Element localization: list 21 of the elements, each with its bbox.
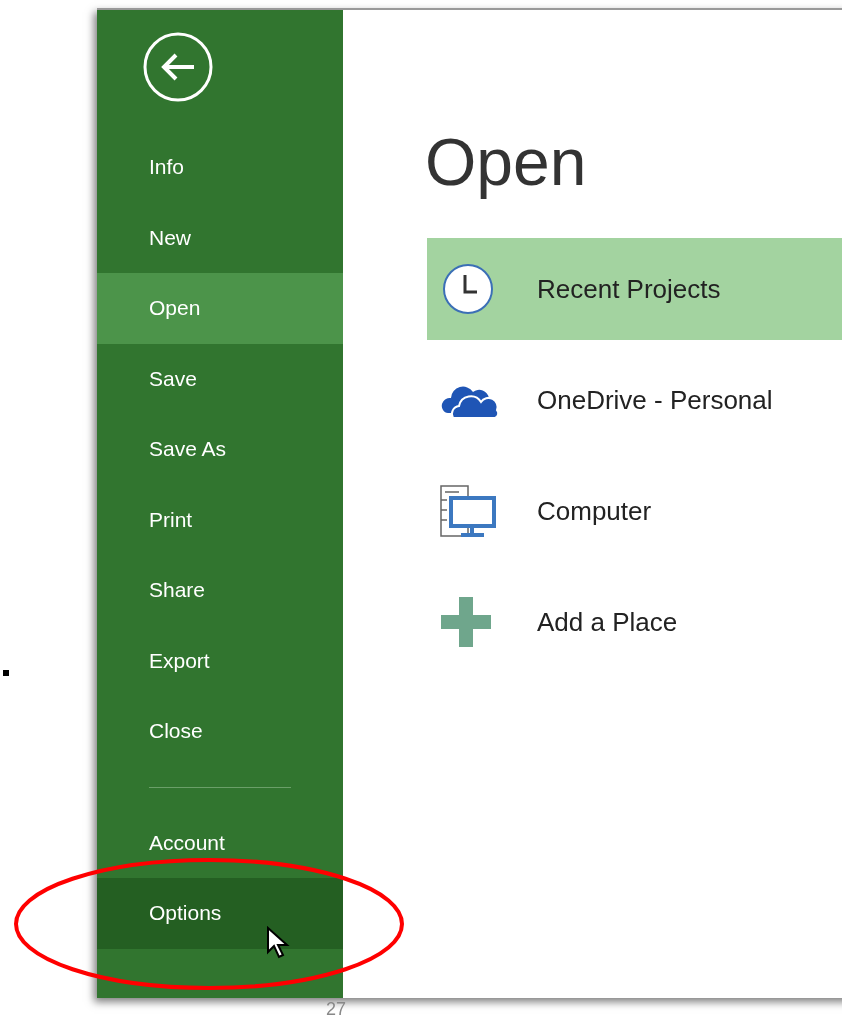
place-item[interactable]: Add a Place [427,571,842,673]
sidebar-item[interactable]: New [97,202,343,273]
sidebar-item[interactable]: Account [97,807,343,878]
sidebar-item[interactable]: Print [97,484,343,555]
place-item[interactable]: OneDrive - Personal [427,349,842,451]
sidebar-item[interactable]: Options [97,878,343,949]
computer-icon [439,484,499,538]
place-item[interactable]: Computer [427,460,842,562]
page-title: Open [425,124,588,201]
place-item[interactable]: Recent Projects [427,238,842,340]
sidebar-item[interactable]: Open [97,273,343,344]
bullet-mark [3,670,9,676]
sidebar-item[interactable]: Close [97,696,343,767]
sidebar-item[interactable]: Export [97,625,343,696]
plus-icon [439,597,493,647]
mouse-pointer-icon [266,926,290,960]
sidebar-item[interactable]: Save As [97,414,343,485]
sidebar-item[interactable]: Save [97,343,343,414]
page-number: 27 [326,999,347,1019]
sidebar-item[interactable]: Info [97,132,343,203]
sidebar-item[interactable]: Share [97,555,343,626]
